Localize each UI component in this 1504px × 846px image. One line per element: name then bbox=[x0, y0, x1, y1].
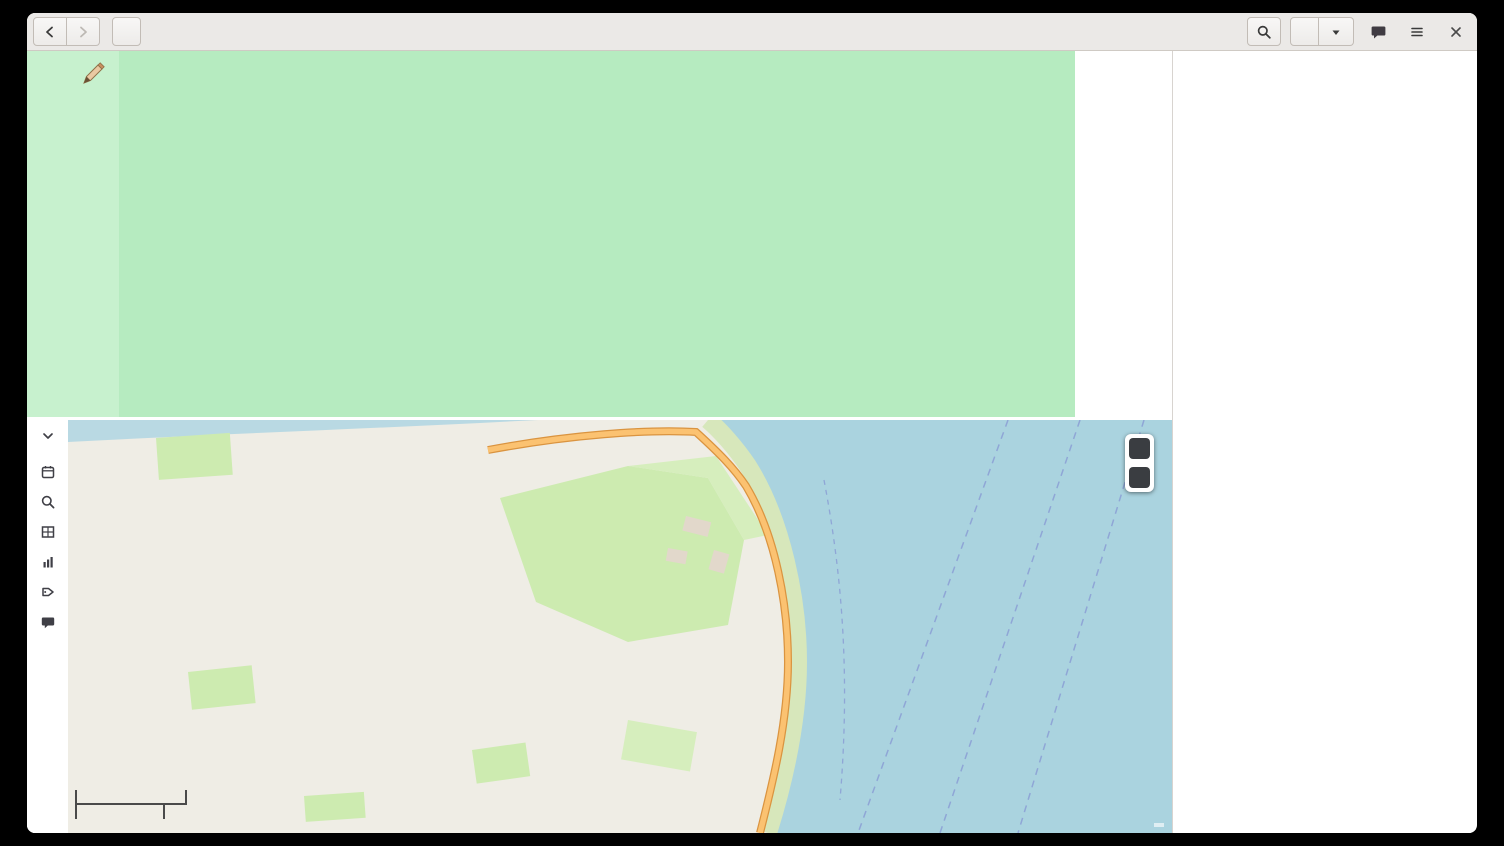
back-button[interactable] bbox=[33, 17, 67, 46]
bar-chart-icon bbox=[40, 554, 56, 570]
search-entries-button[interactable] bbox=[33, 494, 63, 510]
content-area bbox=[27, 51, 1172, 833]
entry-gutter bbox=[27, 51, 119, 417]
chevron-down-icon bbox=[40, 428, 56, 444]
comment-icon bbox=[40, 614, 56, 630]
map[interactable] bbox=[68, 420, 1172, 833]
search-icon bbox=[40, 494, 56, 510]
map-tool-strip bbox=[27, 420, 68, 833]
forward-button[interactable] bbox=[67, 17, 100, 46]
close-button-group bbox=[1290, 17, 1354, 46]
table-icon bbox=[40, 524, 56, 540]
nav-button-group bbox=[33, 17, 100, 46]
hamburger-icon bbox=[1409, 24, 1425, 40]
chevron-down-icon bbox=[1329, 25, 1343, 39]
chevron-right-icon bbox=[75, 24, 91, 40]
menu-button[interactable] bbox=[1402, 17, 1432, 47]
diary-app-window bbox=[27, 13, 1477, 833]
search-button[interactable] bbox=[1247, 17, 1281, 46]
entry-editor[interactable] bbox=[27, 51, 1075, 417]
map-scale bbox=[75, 790, 187, 819]
comment-icon bbox=[1370, 24, 1387, 40]
add-button[interactable] bbox=[112, 17, 141, 46]
calendar-button[interactable] bbox=[33, 464, 63, 480]
search-icon bbox=[1256, 24, 1272, 40]
headerbar bbox=[27, 13, 1477, 51]
chart-view-button[interactable] bbox=[33, 554, 63, 570]
map-svg bbox=[68, 420, 1172, 833]
entry-body bbox=[119, 51, 1075, 417]
calendar-icon bbox=[40, 464, 56, 480]
comment-view-button[interactable] bbox=[33, 614, 63, 630]
zoom-in-button[interactable] bbox=[1129, 438, 1150, 459]
close-dropdown-button[interactable] bbox=[1319, 17, 1354, 46]
table-view-button[interactable] bbox=[33, 524, 63, 540]
chevron-left-icon bbox=[42, 24, 58, 40]
edit-pencil-icon bbox=[77, 59, 107, 94]
tag-icon bbox=[40, 584, 56, 600]
collapse-panel-button[interactable] bbox=[33, 428, 63, 444]
map-zoom-control bbox=[1125, 434, 1154, 492]
window-close-button[interactable] bbox=[1441, 17, 1471, 47]
map-attribution bbox=[1154, 823, 1164, 827]
close-icon bbox=[1448, 24, 1464, 40]
comments-button[interactable] bbox=[1363, 17, 1393, 47]
zoom-out-button[interactable] bbox=[1129, 467, 1150, 488]
sidebar bbox=[1172, 51, 1476, 833]
close-entry-button[interactable] bbox=[1290, 17, 1319, 46]
tags-button[interactable] bbox=[33, 584, 63, 600]
